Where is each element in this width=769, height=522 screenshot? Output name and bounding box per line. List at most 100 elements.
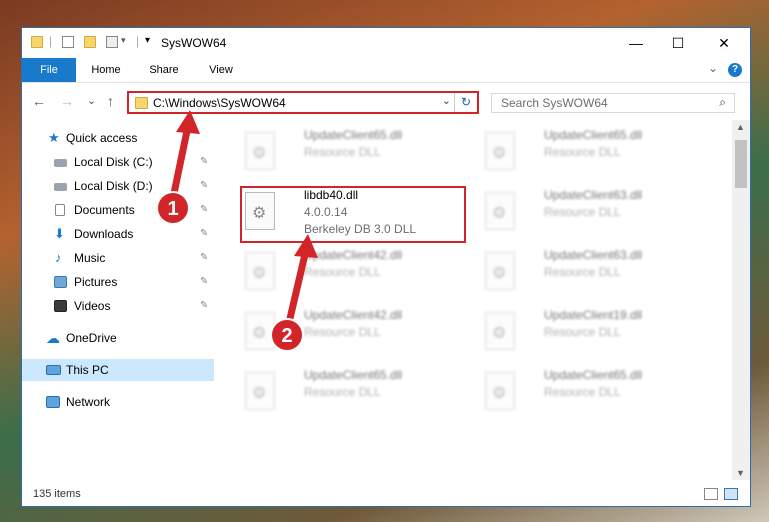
pictures-icon [54, 276, 67, 288]
tab-home[interactable]: Home [80, 58, 132, 82]
sidebar-item-label: Network [66, 395, 111, 409]
gear-icon: ⚙ [492, 385, 507, 402]
help-icon[interactable]: ? [728, 63, 742, 77]
gear-icon: ⚙ [492, 265, 507, 282]
dll-file-icon: ⚙ [485, 372, 515, 410]
videos-icon [54, 300, 67, 312]
new-folder-icon[interactable] [84, 36, 96, 48]
recent-locations-button[interactable]: ⌄ [87, 94, 96, 107]
title-bar: | ▾ | ▾ SysWOW64 — ☐ ✕ [22, 28, 750, 58]
up-button[interactable]: ↑ [107, 93, 114, 109]
details-view-icon[interactable] [704, 488, 718, 500]
pin-icon[interactable]: ✎ [200, 223, 208, 245]
pin-icon[interactable]: ✎ [200, 271, 208, 293]
folder-icon [135, 97, 148, 109]
cloud-icon: ☁ [46, 330, 60, 346]
sidebar-item-label: Videos [74, 299, 111, 313]
sidebar-item-label: This PC [66, 363, 109, 377]
drive-icon [54, 159, 67, 167]
dll-file-icon: ⚙ [485, 252, 515, 290]
sidebar-item-label: Music [74, 251, 106, 265]
file-name: UpdateClient19.dll [544, 308, 643, 322]
search-icon[interactable]: ⌕ [719, 95, 726, 110]
file-tile[interactable]: ⚙ UpdateClient65.dll Resource DLL [238, 368, 468, 420]
dll-file-icon: ⚙ [245, 132, 275, 170]
tab-view[interactable]: View [196, 58, 246, 82]
tab-share[interactable]: Share [138, 58, 190, 82]
sidebar-item-this-pc[interactable]: This PC [22, 359, 214, 381]
file-name: UpdateClient65.dll [544, 128, 643, 142]
scroll-up-icon[interactable]: ▲ [736, 122, 745, 132]
network-icon [46, 396, 60, 408]
dll-file-icon: ⚙ [485, 312, 515, 350]
gear-icon: ⚙ [252, 385, 267, 402]
file-description: Resource DLL [544, 265, 621, 279]
sidebar-item-onedrive[interactable]: ☁ OneDrive [22, 327, 214, 349]
dll-file-icon: ⚙ [485, 132, 515, 170]
ribbon-collapse-icon[interactable]: ⌄ [708, 61, 718, 75]
gear-icon: ⚙ [252, 265, 267, 282]
maximize-button[interactable]: ☐ [655, 28, 701, 58]
documents-icon [55, 204, 65, 216]
close-button[interactable]: ✕ [701, 28, 747, 58]
sidebar-item-label: Local Disk (D:) [74, 179, 153, 193]
music-icon: ♪ [55, 250, 62, 265]
dll-file-icon: ⚙ [485, 192, 515, 230]
file-name: UpdateClient65.dll [304, 368, 403, 382]
status-bar: 135 items [22, 484, 750, 506]
file-description: Resource DLL [304, 385, 381, 399]
properties-icon[interactable] [62, 36, 74, 48]
refresh-button[interactable]: ↻ [454, 93, 477, 112]
ribbon: File Home Share View ⌄ ? [22, 58, 750, 83]
file-tile[interactable]: ⚙ UpdateClient65.dll Resource DLL [478, 128, 708, 180]
address-dropdown-icon[interactable]: ⌄ [442, 94, 451, 107]
file-tile[interactable]: ⚙ UpdateClient19.dll Resource DLL [478, 308, 708, 360]
step-badge-2: 2 [270, 318, 304, 352]
sidebar-item-label: Documents [74, 203, 135, 217]
file-tile[interactable]: ⚙ UpdateClient63.dll Resource DLL [478, 188, 708, 240]
sidebar-item-videos[interactable]: Videos ✎ [22, 295, 214, 317]
large-icons-view-icon[interactable] [724, 488, 738, 500]
customize-toolbar-icon[interactable] [106, 36, 118, 48]
scroll-down-icon[interactable]: ▼ [736, 468, 745, 478]
forward-button[interactable]: → [60, 93, 74, 109]
computer-icon [46, 365, 61, 375]
pin-icon[interactable]: ✎ [200, 295, 208, 317]
file-description: Resource DLL [304, 145, 381, 159]
file-tile[interactable]: ⚙ UpdateClient65.dll Resource DLL [478, 368, 708, 420]
tab-file[interactable]: File [22, 58, 76, 82]
sidebar-item-label: Quick access [66, 131, 138, 145]
file-tile[interactable]: ⚙ UpdateClient65.dll Resource DLL [238, 128, 468, 180]
file-description: Resource DLL [544, 205, 621, 219]
scroll-thumb[interactable] [735, 140, 747, 188]
sidebar-item-music[interactable]: ♪ Music ✎ [22, 247, 214, 269]
file-description: Resource DLL [544, 325, 621, 339]
file-description: Resource DLL [544, 385, 621, 399]
explorer-window: | ▾ | ▾ SysWOW64 — ☐ ✕ File Home Share V… [21, 27, 751, 507]
back-button[interactable]: ← [32, 93, 46, 109]
sidebar-item-pictures[interactable]: Pictures ✎ [22, 271, 214, 293]
file-tile[interactable]: ⚙ UpdateClient63.dll Resource DLL [478, 248, 708, 300]
gear-icon: ⚙ [252, 145, 267, 162]
separator: | [136, 34, 140, 48]
sidebar-item-label: Local Disk (C:) [74, 155, 153, 169]
sidebar-item-label: Pictures [74, 275, 118, 289]
step-badge-1: 1 [156, 191, 190, 225]
search-input[interactable]: Search SysWOW64 [501, 96, 608, 110]
pin-icon[interactable]: ✎ [200, 247, 208, 269]
gear-icon: ⚙ [252, 325, 267, 342]
toolbar-dropdown-icon[interactable]: ▾ [121, 35, 126, 46]
separator: | [49, 34, 53, 48]
gear-icon: ⚙ [492, 145, 507, 162]
item-count: 135 items [33, 488, 81, 500]
sidebar-item-downloads[interactable]: ⬇ Downloads ✎ [22, 223, 214, 245]
drive-icon [54, 183, 67, 191]
search-box[interactable]: Search SysWOW64 ⌕ [491, 93, 735, 113]
gear-icon: ⚙ [492, 205, 507, 222]
file-name: UpdateClient65.dll [304, 128, 403, 142]
sidebar-item-network[interactable]: Network [22, 391, 214, 413]
minimize-button[interactable]: — [613, 28, 659, 58]
sidebar-item-label: OneDrive [66, 331, 117, 345]
gear-icon: ⚙ [492, 325, 507, 342]
vertical-scrollbar[interactable]: ▲ ▼ [732, 120, 750, 480]
